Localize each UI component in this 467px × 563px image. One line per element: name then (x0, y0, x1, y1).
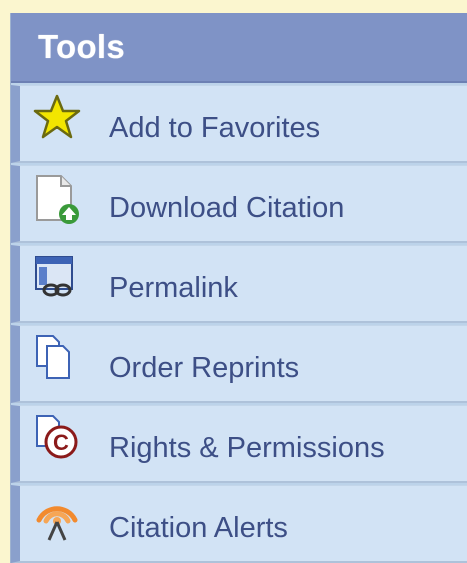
tools-item-permalink[interactable]: Permalink (11, 245, 467, 323)
svg-text:C: C (53, 430, 69, 455)
reprints-icon (33, 334, 81, 382)
tools-title: Tools (38, 28, 126, 65)
tools-item-rights-permissions[interactable]: C Rights & Permissions (11, 405, 467, 483)
rss-alert-icon (33, 494, 81, 542)
tools-item-add-to-favorites[interactable]: Add to Favorites (11, 85, 467, 163)
copyright-icon: C (33, 414, 81, 462)
tools-item-citation-alerts[interactable]: Citation Alerts (11, 485, 467, 563)
tools-item-label[interactable]: Download Citation (109, 192, 344, 225)
tools-item-download-citation[interactable]: Download Citation (11, 165, 467, 243)
star-icon (33, 94, 81, 142)
tools-item-label[interactable]: Add to Favorites (109, 112, 320, 145)
tools-item-label[interactable]: Order Reprints (109, 352, 299, 385)
tools-item-label[interactable]: Permalink (109, 272, 238, 305)
tools-item-label[interactable]: Rights & Permissions (109, 432, 385, 465)
tools-item-label[interactable]: Citation Alerts (109, 512, 288, 545)
tools-list: Add to Favorites Download Citation Perma… (11, 85, 467, 563)
tools-item-order-reprints[interactable]: Order Reprints (11, 325, 467, 403)
tools-panel: Tools Add to Favorites Download Citation (10, 13, 467, 563)
permalink-icon (33, 254, 81, 302)
download-citation-icon (33, 174, 81, 224)
tools-header: Tools (11, 13, 467, 83)
